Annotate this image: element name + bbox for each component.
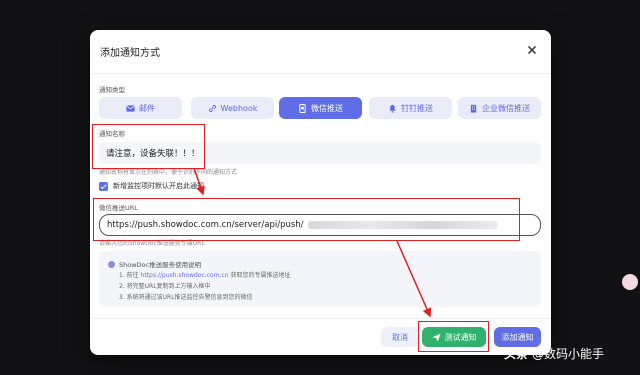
notify-type-label: 通知类型 [99, 86, 125, 94]
usage-step-1-suffix: 获取您的专属推送地址 [228, 272, 291, 279]
dialog-footer: 取消 测试通知 添加通知 [90, 318, 551, 355]
add-notification-dialog: 添加通知方式 通知类型 邮件 Webhook 微信推送 钉钉推送 企业微信推送 [90, 30, 551, 355]
info-icon [108, 260, 115, 268]
wechat-url-input[interactable]: https://push.showdoc.com.cn/server/api/p… [99, 214, 541, 236]
tab-email[interactable]: 邮件 [99, 97, 182, 119]
usage-info-box: ShowDoc推送服务使用说明 1. 前往 https://push.showd… [99, 251, 541, 307]
usage-step-3: 3. 系统将通过该URL推送监控告警信息到您的微信 [119, 294, 253, 301]
tab-webhook-label: Webhook [220, 103, 258, 113]
cancel-button[interactable]: 取消 [381, 327, 419, 347]
mail-icon [126, 104, 135, 112]
send-icon [431, 332, 441, 342]
watermark: 头条 @数码小能手 [504, 345, 604, 362]
notify-name-hint: 通知名称将显示在列表中，便于识别不同的通知方式 [99, 169, 238, 176]
dialog-title: 添加通知方式 [100, 48, 160, 59]
watermark-handle: @数码小能手 [532, 347, 605, 361]
url-blurred-token [307, 221, 498, 229]
watermark-brand: 头条 [504, 347, 529, 361]
wechat-url-value: https://push.showdoc.com.cn/server/api/p… [107, 220, 304, 230]
wechat-icon [299, 103, 306, 113]
link-icon [208, 104, 216, 112]
test-notification-button[interactable]: 测试通知 [422, 327, 486, 347]
showdoc-push-link[interactable]: https://push.showdoc.com.cn [141, 272, 229, 279]
wechat-url-label: 微信推送URL [99, 204, 138, 212]
floating-assistant-icon[interactable] [622, 274, 638, 290]
tab-wechat-push-label: 微信推送 [311, 103, 343, 113]
usage-step-1: 1. 前往 https://push.showdoc.com.cn 获取您的专属… [119, 270, 290, 279]
tab-wecom-push[interactable]: 企业微信推送 [458, 97, 541, 119]
notify-type-tabs: 邮件 Webhook 微信推送 钉钉推送 企业微信推送 [99, 97, 541, 119]
notify-name-label: 通知名称 [99, 130, 125, 138]
wechat-url-hint: 请输入您的ShowDoc推送服务专属URL [99, 240, 205, 247]
default-enable-label: 新增监控项时默认开启此通知 [113, 182, 204, 190]
close-icon [527, 45, 537, 55]
notify-name-input[interactable]: 请注意，设备失联！！！ [99, 142, 541, 164]
default-enable-row: 新增监控项时默认开启此通知 [99, 181, 204, 191]
default-enable-checkbox[interactable] [99, 181, 108, 191]
tab-wechat-push[interactable]: 微信推送 [279, 97, 362, 119]
usage-step-1-text: 1. 前往 [119, 272, 141, 279]
test-notification-label: 测试通知 [444, 332, 477, 342]
usage-info-title: ShowDoc推送服务使用说明 [119, 261, 202, 269]
usage-info-title-row: ShowDoc推送服务使用说明 [108, 259, 201, 269]
bell-icon [389, 104, 396, 113]
building-icon [470, 104, 477, 113]
usage-step-2: 2. 将完整URL复制到上方输入框中 [119, 283, 211, 290]
tab-dingtalk-push-label: 钉钉推送 [401, 103, 433, 113]
tab-webhook[interactable]: Webhook [191, 97, 274, 119]
tab-dingtalk-push[interactable]: 钉钉推送 [369, 97, 452, 119]
tab-email-label: 邮件 [139, 103, 155, 113]
dialog-header: 添加通知方式 [90, 30, 551, 74]
close-button[interactable] [525, 42, 539, 56]
add-notification-button[interactable]: 添加通知 [494, 327, 541, 347]
tab-wecom-push-label: 企业微信推送 [482, 103, 530, 113]
